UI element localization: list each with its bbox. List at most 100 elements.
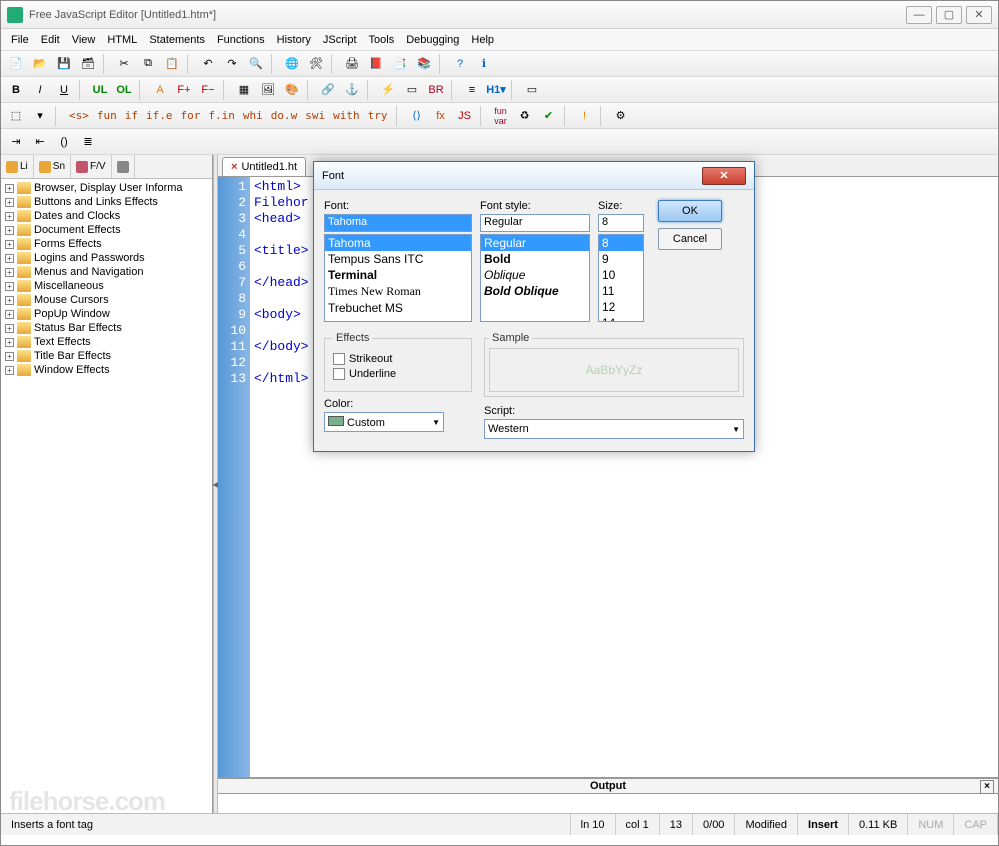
funvar-button[interactable]: funvar: [490, 105, 512, 127]
minimize-button[interactable]: —: [906, 6, 932, 24]
strikeout-checkbox[interactable]: Strikeout: [333, 353, 463, 365]
br-button[interactable]: BR: [425, 79, 447, 101]
tree[interactable]: +Browser, Display User Informa+Buttons a…: [1, 179, 212, 813]
palette-icon[interactable]: 🎨: [281, 79, 303, 101]
saveall-icon[interactable]: 🗃: [77, 53, 99, 75]
tree-item[interactable]: +Text Effects: [3, 335, 210, 349]
bold-button[interactable]: B: [5, 79, 27, 101]
paste-icon[interactable]: 📋: [161, 53, 183, 75]
font-option[interactable]: Trebuchet MS: [325, 300, 471, 316]
keyword-for[interactable]: for: [177, 105, 205, 127]
fontinc-button[interactable]: F+: [173, 79, 195, 101]
menu-html[interactable]: HTML: [101, 32, 143, 48]
tree-item[interactable]: +Miscellaneous: [3, 279, 210, 293]
script-select[interactable]: Western ▼: [484, 419, 744, 439]
style-input[interactable]: Regular: [480, 214, 590, 232]
image-icon[interactable]: 🖼: [257, 79, 279, 101]
warn-icon[interactable]: !: [574, 105, 596, 127]
keyword-fin[interactable]: f.in: [204, 105, 239, 127]
cut-icon[interactable]: ✂: [113, 53, 135, 75]
expand-icon[interactable]: +: [5, 184, 14, 193]
dropdown-icon[interactable]: ▾: [29, 105, 51, 127]
menu-view[interactable]: View: [66, 32, 102, 48]
keyword-with[interactable]: with: [329, 105, 364, 127]
expand-icon[interactable]: +: [5, 338, 14, 347]
form-icon[interactable]: ▭: [521, 79, 543, 101]
tag-icon[interactable]: ⬚: [5, 105, 27, 127]
print-icon[interactable]: 🖨: [341, 53, 363, 75]
size-input[interactable]: 8: [598, 214, 644, 232]
sidebar-tab-fv[interactable]: F/V: [71, 155, 112, 178]
expand-icon[interactable]: +: [5, 282, 14, 291]
script2-icon[interactable]: fx: [430, 105, 452, 127]
check-icon[interactable]: ✔: [538, 105, 560, 127]
dialog-close-button[interactable]: ✕: [702, 167, 746, 185]
size-option[interactable]: 12: [599, 299, 643, 315]
expand-icon[interactable]: +: [5, 254, 14, 263]
keyword-dow[interactable]: do.w: [267, 105, 302, 127]
table-icon[interactable]: ▦: [233, 79, 255, 101]
sidebar-tab-li[interactable]: Li: [1, 155, 34, 178]
lines-icon[interactable]: ≣: [77, 131, 99, 153]
underline-checkbox[interactable]: Underline: [333, 368, 463, 380]
tree-item[interactable]: +Dates and Clocks: [3, 209, 210, 223]
tree-item[interactable]: +PopUp Window: [3, 307, 210, 321]
color-select[interactable]: Custom ▼: [324, 412, 444, 432]
size-option[interactable]: 8: [599, 235, 643, 251]
cancel-button[interactable]: Cancel: [658, 228, 722, 250]
style-list[interactable]: RegularBoldObliqueBold Oblique: [480, 234, 590, 322]
style-option[interactable]: Bold Oblique: [481, 283, 589, 299]
expand-icon[interactable]: +: [5, 324, 14, 333]
align-icon[interactable]: ≡: [461, 79, 483, 101]
link-icon[interactable]: 🔗: [317, 79, 339, 101]
tree-item[interactable]: +Logins and Passwords: [3, 251, 210, 265]
font-list[interactable]: TahomaTempus Sans ITCTerminalTimes New R…: [324, 234, 472, 322]
redo-icon[interactable]: ↷: [221, 53, 243, 75]
style-option[interactable]: Oblique: [481, 267, 589, 283]
script3-icon[interactable]: JS: [454, 105, 476, 127]
ol-button[interactable]: OL: [113, 79, 135, 101]
expand-icon[interactable]: +: [5, 366, 14, 375]
open-icon[interactable]: 📂: [29, 53, 51, 75]
tree-item[interactable]: +Window Effects: [3, 363, 210, 377]
keyword-s[interactable]: <s>: [65, 105, 93, 127]
expand-icon[interactable]: +: [5, 310, 14, 319]
editor-tab[interactable]: × Untitled1.ht: [222, 157, 306, 176]
font-option[interactable]: Terminal: [325, 267, 471, 283]
expand-icon[interactable]: +: [5, 268, 14, 277]
tree-item[interactable]: +Buttons and Links Effects: [3, 195, 210, 209]
style-option[interactable]: Bold: [481, 251, 589, 267]
menu-jscript[interactable]: JScript: [317, 32, 363, 48]
expand-icon[interactable]: +: [5, 296, 14, 305]
font-option[interactable]: Times New Roman: [325, 283, 471, 300]
tree-item[interactable]: +Status Bar Effects: [3, 321, 210, 335]
close-button[interactable]: ✕: [966, 6, 992, 24]
frame-icon[interactable]: ▭: [401, 79, 423, 101]
refresh-icon[interactable]: ♻: [514, 105, 536, 127]
find-icon[interactable]: 🔍: [245, 53, 267, 75]
outdent-icon[interactable]: ⇤: [29, 131, 51, 153]
font-option[interactable]: Tempus Sans ITC: [325, 251, 471, 267]
dialog-titlebar[interactable]: Font ✕: [314, 162, 754, 190]
tree-item[interactable]: +Title Bar Effects: [3, 349, 210, 363]
tools-icon[interactable]: 🛠: [305, 53, 327, 75]
menu-statements[interactable]: Statements: [143, 32, 211, 48]
underline-button[interactable]: U: [53, 79, 75, 101]
style-option[interactable]: Regular: [481, 235, 589, 251]
menu-tools[interactable]: Tools: [363, 32, 401, 48]
brackets-icon[interactable]: (): [53, 131, 75, 153]
expand-icon[interactable]: +: [5, 226, 14, 235]
book-icon[interactable]: 📕: [365, 53, 387, 75]
menu-debugging[interactable]: Debugging: [400, 32, 465, 48]
doc-icon[interactable]: 📑: [389, 53, 411, 75]
size-list[interactable]: 891011121416: [598, 234, 644, 322]
undo-icon[interactable]: ↶: [197, 53, 219, 75]
copy-icon[interactable]: ⧉: [137, 53, 159, 75]
stack-icon[interactable]: 📚: [413, 53, 435, 75]
menu-file[interactable]: File: [5, 32, 35, 48]
keyword-whi[interactable]: whi: [239, 105, 267, 127]
keyword-try[interactable]: try: [364, 105, 392, 127]
gear-icon[interactable]: ⚙: [610, 105, 632, 127]
tree-item[interactable]: +Menus and Navigation: [3, 265, 210, 279]
expand-icon[interactable]: +: [5, 198, 14, 207]
